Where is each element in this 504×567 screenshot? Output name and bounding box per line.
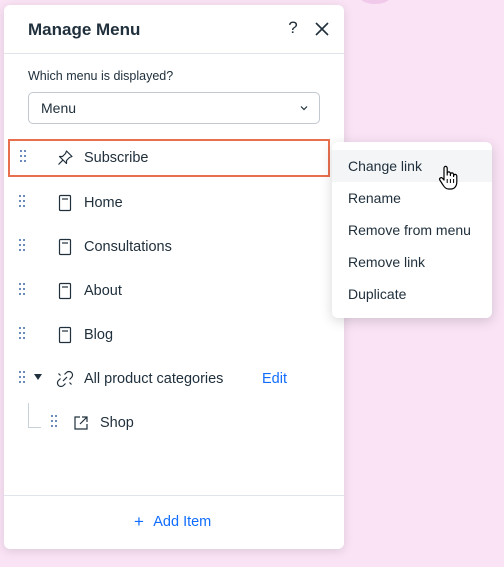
drag-handle-icon[interactable]: [19, 283, 27, 297]
close-icon: [315, 22, 329, 36]
menu-option-label: Remove link: [348, 254, 426, 270]
drag-handle-icon[interactable]: [19, 371, 27, 385]
menu-item-label: All product categories: [84, 371, 224, 387]
plus-icon: +: [134, 512, 144, 531]
add-item-label: Add Item: [153, 514, 212, 530]
menu-item-label: Blog: [84, 327, 114, 343]
page-icon: [58, 238, 72, 256]
hand-cursor-icon: [439, 165, 458, 190]
menu-item-about[interactable]: About: [8, 273, 328, 309]
panel-header: Manage Menu ?: [4, 5, 344, 54]
background-shape: [360, 0, 390, 4]
panel-footer: + Add Item: [4, 495, 344, 550]
menu-item-home[interactable]: Home: [8, 185, 328, 221]
pin-icon: [58, 150, 73, 165]
menu-option-duplicate[interactable]: Duplicate: [332, 278, 492, 310]
menu-item-label: Subscribe: [84, 150, 149, 166]
dynamic-link-icon: [56, 370, 74, 388]
menu-item-label: Consultations: [84, 239, 172, 255]
menu-option-remove-from-menu[interactable]: Remove from menu: [332, 214, 492, 246]
menu-select-value: Menu: [41, 100, 77, 116]
menu-item-label: Home: [84, 195, 123, 211]
drag-handle-icon[interactable]: [20, 150, 28, 164]
page-icon: [58, 194, 72, 212]
menu-option-remove-link[interactable]: Remove link: [332, 246, 492, 278]
page-icon: [58, 326, 72, 344]
expand-caret-icon[interactable]: [34, 374, 42, 380]
menu-item-consultations[interactable]: Consultations: [8, 229, 328, 265]
menu-option-label: Duplicate: [348, 286, 407, 302]
menu-item-label: Shop: [100, 415, 134, 431]
menu-item-subscribe[interactable]: Subscribe: [8, 139, 330, 177]
menu-item-blog[interactable]: Blog: [8, 317, 328, 353]
menu-item-label: About: [84, 283, 122, 299]
menu-option-label: Change link: [348, 158, 422, 174]
panel-title: Manage Menu: [28, 20, 141, 39]
edit-link[interactable]: Edit: [262, 371, 287, 387]
help-button[interactable]: ?: [283, 18, 303, 40]
close-button[interactable]: [311, 18, 333, 40]
manage-menu-panel: Manage Menu ? Which menu is displayed? M…: [4, 5, 344, 549]
menu-item-all-product-categories[interactable]: All product categories Edit: [8, 361, 328, 397]
page-icon: [58, 282, 72, 300]
external-link-icon: [74, 416, 88, 430]
menu-select-label: Which menu is displayed?: [28, 69, 174, 83]
add-item-button[interactable]: + Add Item: [134, 512, 212, 532]
menu-option-change-link[interactable]: Change link: [332, 150, 492, 182]
menu-item-shop[interactable]: Shop: [40, 405, 328, 441]
chevron-down-icon: [300, 106, 308, 111]
menu-option-label: Remove from menu: [348, 222, 471, 238]
menu-select[interactable]: Menu: [28, 92, 320, 124]
context-menu: Change link Rename Remove from menu Remo…: [332, 142, 492, 318]
menu-option-label: Rename: [348, 190, 401, 206]
drag-handle-icon[interactable]: [51, 415, 59, 429]
drag-handle-icon[interactable]: [19, 239, 27, 253]
menu-option-rename[interactable]: Rename: [332, 182, 492, 214]
drag-handle-icon[interactable]: [19, 327, 27, 341]
drag-handle-icon[interactable]: [19, 195, 27, 209]
